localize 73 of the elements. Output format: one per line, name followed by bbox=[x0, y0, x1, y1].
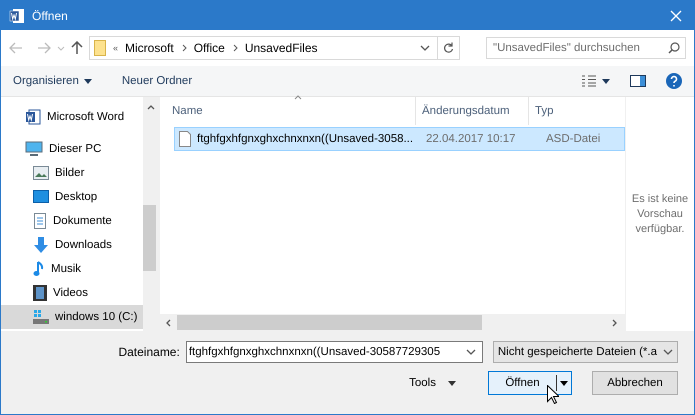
column-header[interactable]: Änderungsdatum bbox=[416, 97, 529, 125]
mouse-cursor-icon bbox=[547, 385, 559, 404]
drive-icon bbox=[33, 310, 49, 324]
file-icon bbox=[179, 131, 191, 147]
column-header[interactable]: Typ bbox=[529, 97, 589, 125]
view-button[interactable] bbox=[581, 75, 610, 87]
dropdown-icon[interactable] bbox=[420, 45, 430, 51]
sidebar-item[interactable]: Videos bbox=[1, 281, 144, 305]
left-arrow-icon bbox=[9, 42, 23, 54]
search-icon bbox=[668, 42, 680, 54]
file-type-dropdown[interactable]: Nicht gespeicherte Dateien (*.a bbox=[492, 341, 678, 363]
monitor-icon bbox=[25, 141, 43, 157]
right-caret-icon bbox=[612, 318, 617, 326]
tools-button[interactable]: Tools bbox=[403, 376, 462, 390]
breadcrumb[interactable]: Microsoft bbox=[125, 41, 174, 55]
address-bar[interactable]: « Microsoft Office UnsavedFiles bbox=[89, 36, 460, 60]
breadcrumb[interactable]: Office bbox=[194, 41, 225, 55]
document-icon bbox=[9, 8, 25, 24]
caret-icon bbox=[448, 380, 456, 386]
document-icon bbox=[33, 213, 47, 229]
help-icon bbox=[666, 73, 682, 89]
up-arrow-icon bbox=[71, 41, 83, 55]
pane-icon bbox=[630, 75, 646, 87]
dropdown-icon bbox=[663, 349, 673, 355]
preview-pane-button[interactable] bbox=[630, 75, 646, 87]
sidebar-item[interactable]: Microsoft Word bbox=[1, 105, 144, 129]
refresh-icon bbox=[443, 42, 454, 54]
filename-label: Dateiname: bbox=[118, 345, 180, 359]
horizontal-scrollbar[interactable] bbox=[160, 314, 625, 331]
type-cell: ASD-Datei bbox=[546, 133, 600, 145]
folder-icon bbox=[94, 40, 106, 56]
sidebar-item[interactable]: Bilder bbox=[1, 161, 144, 185]
document-icon bbox=[25, 109, 41, 125]
caret-icon bbox=[84, 78, 92, 84]
up-button[interactable] bbox=[71, 41, 83, 55]
close-icon bbox=[670, 10, 682, 22]
sidebar-item[interactable]: Downloads bbox=[1, 233, 144, 257]
up-caret-icon bbox=[146, 105, 155, 110]
sidebar-item[interactable]: Musik bbox=[1, 257, 144, 281]
sidebar-item[interactable]: Desktop bbox=[1, 185, 144, 209]
down-arrow-icon bbox=[33, 237, 49, 253]
picture-icon bbox=[33, 166, 49, 180]
file-name: ftghfgxhfgnxghxchnxnxn((Unsaved-3058... bbox=[197, 133, 414, 145]
breadcrumb[interactable]: UnsavedFiles bbox=[244, 41, 318, 55]
open-button[interactable]: Öffnen bbox=[488, 371, 572, 395]
caret-icon bbox=[560, 380, 568, 386]
caret-icon bbox=[57, 46, 65, 50]
search-field[interactable]: "UnsavedFiles" durchsuchen bbox=[486, 37, 686, 59]
left-caret-icon bbox=[166, 318, 171, 326]
file-row[interactable]: ftghfgxhfgnxghxchnxnxn((Unsaved-3058... 22.04.2017 10:17 ASD-Datei bbox=[174, 127, 625, 151]
window-title: Öffnen bbox=[32, 8, 69, 22]
cancel-button[interactable]: Abbrechen bbox=[592, 371, 678, 395]
dropdown-icon[interactable] bbox=[466, 349, 476, 355]
chevron-icon bbox=[180, 44, 187, 52]
screen-icon bbox=[33, 190, 49, 204]
organize-button[interactable]: Organisieren bbox=[13, 75, 92, 87]
column-header[interactable]: Name bbox=[160, 97, 416, 125]
music-note-icon bbox=[33, 261, 45, 277]
sidebar-item[interactable]: Dokumente bbox=[1, 209, 144, 233]
sidebar-item[interactable]: Dieser PC bbox=[1, 137, 144, 161]
date-cell-text: 22.04.2017 10:17 bbox=[426, 133, 517, 145]
overflow-chevron[interactable]: « bbox=[113, 43, 118, 53]
sidebar-item[interactable]: windows 10 (C:) bbox=[1, 305, 144, 329]
caret-icon bbox=[602, 78, 610, 84]
new-folder-button[interactable]: Neuer Ordner bbox=[122, 75, 192, 87]
help-button[interactable] bbox=[666, 73, 682, 89]
filename-field[interactable]: ftghfgxhfgnxghxchnxnxn((Unsaved-30587729305 bbox=[186, 341, 483, 363]
list-view-icon bbox=[581, 75, 597, 87]
film-icon bbox=[33, 285, 47, 301]
chevron-icon bbox=[232, 44, 238, 52]
right-arrow-icon bbox=[37, 42, 51, 54]
sort-caret-icon bbox=[294, 95, 302, 100]
preview-message: Es ist keine Vorschau verfügbar. bbox=[630, 192, 690, 236]
